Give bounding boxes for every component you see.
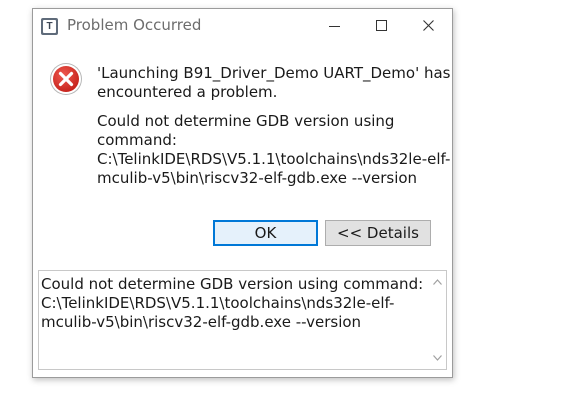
message-header-line: 'Launching B91_Driver_Demo UART_Demo' ha… xyxy=(97,64,451,82)
message-body-line: C:\TelinkIDE\RDS\V5.1.1\toolchains\nds32… xyxy=(97,150,451,168)
details-line: mculib-v5\bin\riscv32-elf-gdb.exe --vers… xyxy=(41,313,362,331)
message-body-line: Could not determine GDB version using xyxy=(97,112,395,130)
maximize-button[interactable] xyxy=(359,9,405,43)
message-body-line: command: xyxy=(97,131,177,149)
details-text-area[interactable]: Could not determine GDB version using co… xyxy=(38,270,447,370)
error-icon xyxy=(50,63,82,95)
details-button[interactable]: << Details xyxy=(325,220,431,246)
message-header-line: encountered a problem. xyxy=(97,83,278,101)
details-line: C:\TelinkIDE\RDS\V5.1.1\toolchains\nds32… xyxy=(41,294,395,312)
telink-ide-icon: T xyxy=(41,18,58,35)
window-title: Problem Occurred xyxy=(67,16,202,34)
chevron-up-icon[interactable] xyxy=(433,279,442,285)
problem-dialog: T Problem Occurred 'Launching B91_Driver… xyxy=(32,8,453,378)
minimize-button[interactable] xyxy=(312,9,358,43)
details-text: Could not determine GDB version using co… xyxy=(41,275,423,332)
app-icon-letter: T xyxy=(46,21,53,32)
title-bar[interactable]: T Problem Occurred xyxy=(33,9,452,43)
close-icon xyxy=(423,20,434,31)
chevron-down-icon[interactable] xyxy=(433,355,442,361)
details-line: Could not determine GDB version using co… xyxy=(41,275,424,293)
close-button[interactable] xyxy=(406,9,452,43)
message-body: Could not determine GDB version using co… xyxy=(97,112,450,188)
message-header: 'Launching B91_Driver_Demo UART_Demo' ha… xyxy=(97,64,450,102)
message-body-line: mculib-v5\bin\riscv32-elf-gdb.exe --vers… xyxy=(97,169,418,187)
minimize-icon xyxy=(329,26,340,27)
vertical-scrollbar[interactable] xyxy=(429,271,446,369)
ok-button[interactable]: OK xyxy=(213,220,318,246)
maximize-icon xyxy=(376,20,387,31)
